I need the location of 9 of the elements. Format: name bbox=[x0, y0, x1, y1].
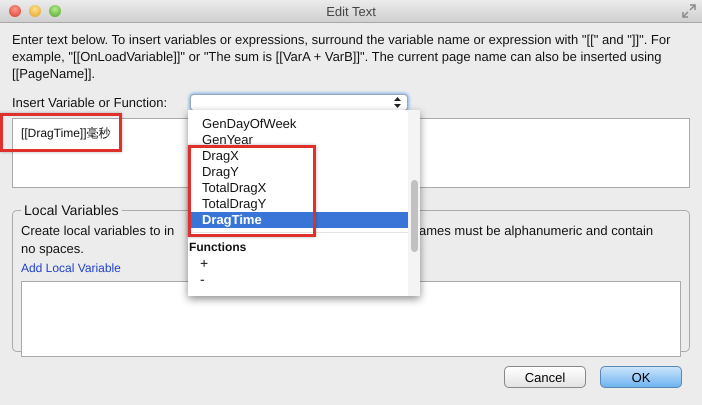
description-text: ames must be alphanumeric and contain bbox=[419, 222, 654, 240]
insert-label: Insert Variable or Function: bbox=[12, 94, 168, 110]
text-value: [[DragTime]]毫秒 bbox=[21, 126, 111, 140]
section-title: Local Variables bbox=[23, 202, 120, 218]
window-title: Edit Text bbox=[326, 4, 376, 18]
description-text: Create local variables to in bbox=[21, 222, 176, 240]
description-text: no spaces. bbox=[21, 240, 84, 257]
group-header: Functions bbox=[188, 239, 248, 255]
instructions-text: Enter text below. To insert variables or expressions, surround the variable name or expression with "[[" and "]]". For example, "[[OnLoadVariable]]" or "The sum is [[VarA + VarB]]". The current page name can also be inserted using [[PageName]]. bbox=[12, 31, 672, 82]
